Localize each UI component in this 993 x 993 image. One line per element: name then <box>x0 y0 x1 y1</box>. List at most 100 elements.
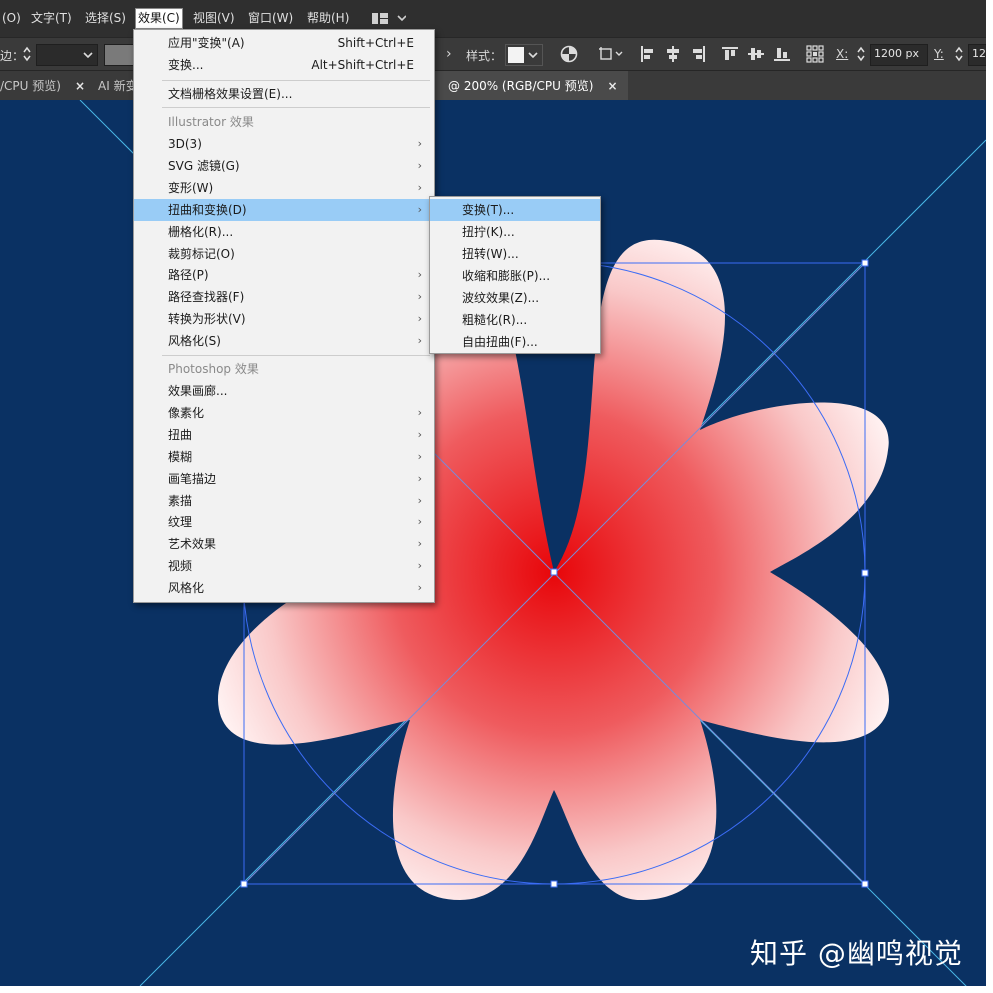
effect-menu-item[interactable]: 素描 › <box>134 490 434 512</box>
resize-handle[interactable] <box>550 880 558 888</box>
center-point[interactable] <box>550 568 558 576</box>
menu-item-label: 扭拧(K)... <box>462 225 515 239</box>
effect-menu-item[interactable]: 3D(3) › <box>134 133 434 155</box>
menu-item-shortcut: Shift+Ctrl+E <box>337 36 414 50</box>
effect-menu-item[interactable]: 扭曲 › <box>134 424 434 446</box>
effect-menu-item[interactable]: 路径(P) › <box>134 264 434 286</box>
stroke-weight-field[interactable] <box>36 44 98 66</box>
distort-menu-item[interactable]: 变换(T)... <box>430 199 600 221</box>
reference-point-icon[interactable] <box>806 45 824 66</box>
stroke-stepper-icon[interactable] <box>22 46 32 65</box>
workspace-switcher-icon[interactable] <box>372 13 407 28</box>
effect-menu: 应用"变换"(A) Shift+Ctrl+E 变换... Alt+Shift+Ctrl… <box>133 29 435 603</box>
submenu-arrow-icon: › <box>417 472 422 485</box>
submenu-arrow-icon: › <box>417 537 422 550</box>
tab-document-active[interactable]: @ 200% (RGB/CPU 预览) × <box>434 71 628 101</box>
align-left-icon[interactable] <box>640 46 654 65</box>
effect-menu-item[interactable]: 转换为形状(V) › <box>134 308 434 330</box>
x-label: X: <box>836 47 849 61</box>
distort-menu-item[interactable]: 扭转(W)... <box>430 243 600 265</box>
effect-menu-item[interactable]: 视频 › <box>134 555 434 577</box>
recolor-artwork-icon[interactable] <box>560 45 578 66</box>
effect-menu-item[interactable]: 文档栅格效果设置(E)... <box>134 83 434 105</box>
distort-menu-item[interactable]: 扭拧(K)... <box>430 221 600 243</box>
distort-menu-item[interactable]: 自由扭曲(F)... <box>430 331 600 353</box>
graphic-style-picker[interactable] <box>505 44 543 66</box>
menu-item-label: 转换为形状(V) <box>168 312 246 326</box>
menu-type[interactable]: 文字(T) <box>29 9 74 28</box>
menu-item-label: 扭转(W)... <box>462 247 519 261</box>
effect-menu-item[interactable]: SVG 滤镜(G) › <box>134 155 434 177</box>
chevron-right-icon[interactable]: › <box>446 46 452 62</box>
x-stepper-icon[interactable] <box>856 46 866 65</box>
align-right-icon[interactable] <box>692 46 706 65</box>
menu-item-label: 风格化 <box>168 581 205 595</box>
menu-item-label: 扭曲 <box>168 428 193 442</box>
submenu-arrow-icon: › <box>417 181 422 194</box>
effect-menu-item[interactable]: 风格化 › <box>134 577 434 599</box>
distort-transform-submenu: 变换(T)... 扭拧(K)... 扭转(W)... 收缩和膨胀(P)... 波纹效果(… <box>429 196 601 354</box>
submenu-arrow-icon: › <box>417 268 422 281</box>
effect-menu-item[interactable]: 像素化 › <box>134 402 434 424</box>
effect-menu-item[interactable]: 变形(W) › <box>134 177 434 199</box>
resize-handle[interactable] <box>861 569 869 577</box>
submenu-arrow-icon: › <box>417 515 422 528</box>
menu-item-label: 收缩和膨胀(P)... <box>462 269 551 283</box>
y-value: 12 <box>972 47 986 60</box>
menu-item-label: 应用"变换"(A) <box>168 36 245 50</box>
effect-menu-item[interactable]: 变换... Alt+Shift+Ctrl+E <box>134 54 434 76</box>
watermark: 知乎 @幽鸣视觉 <box>750 937 963 970</box>
align-to-icon[interactable] <box>598 46 624 65</box>
effect-menu-item[interactable]: 画笔描边 › <box>134 468 434 490</box>
variable-width-profile[interactable] <box>104 44 134 66</box>
effect-menu-item[interactable]: 风格化(S) › <box>134 330 434 352</box>
menu-window[interactable]: 窗口(W) <box>246 9 295 28</box>
effect-menu-item[interactable]: 效果画廊... <box>134 380 434 402</box>
menu-item-label: 视频 <box>168 559 193 573</box>
distort-menu-item[interactable]: 波纹效果(Z)... <box>430 287 600 309</box>
submenu-arrow-icon: › <box>417 559 422 572</box>
effect-menu-item[interactable]: 艺术效果 › <box>134 533 434 555</box>
menu-section-header: Photoshop 效果 <box>134 358 434 380</box>
tab-close-icon[interactable]: × <box>75 79 85 93</box>
style-label: 样式： <box>466 49 503 63</box>
tab-label: @ 200% (RGB/CPU 预览) <box>448 79 594 93</box>
effect-menu-item[interactable]: 模糊 › <box>134 446 434 468</box>
distort-menu-item[interactable]: 粗糙化(R)... <box>430 309 600 331</box>
menu-item-label: 文档栅格效果设置(E)... <box>168 87 293 101</box>
menu-view[interactable]: 视图(V) <box>191 9 237 28</box>
menu-item-label: 波纹效果(Z)... <box>462 291 540 305</box>
effect-menu-item[interactable]: 裁剪标记(O) <box>134 243 434 265</box>
effect-menu-item[interactable]: 扭曲和变换(D) › <box>134 199 434 221</box>
tab-document-1[interactable]: /CPU 预览) × <box>0 71 90 101</box>
align-center-icon[interactable] <box>666 46 680 65</box>
resize-handle[interactable] <box>240 880 248 888</box>
menu-item-label: SVG 滤镜(G) <box>168 159 240 173</box>
y-stepper-icon[interactable] <box>954 46 964 65</box>
x-input[interactable]: 1200 px <box>870 44 928 66</box>
effect-menu-item[interactable]: 纹理 › <box>134 511 434 533</box>
effect-menu-item[interactable]: 栅格化(R)... <box>134 221 434 243</box>
distort-menu-item[interactable]: 收缩和膨胀(P)... <box>430 265 600 287</box>
menu-effect[interactable]: 效果(C) <box>135 8 183 29</box>
menu-object[interactable]: (O) <box>0 9 23 28</box>
menu-item-label: 纹理 <box>168 515 193 529</box>
effect-menu-item[interactable]: 路径查找器(F) › <box>134 286 434 308</box>
tab-close-icon[interactable]: × <box>607 79 617 93</box>
submenu-arrow-icon: › <box>417 159 422 172</box>
menu-help[interactable]: 帮助(H) <box>305 9 351 28</box>
menu-separator <box>162 355 430 356</box>
align-bottom-icon[interactable] <box>774 46 790 65</box>
menu-item-label: 艺术效果 <box>168 537 217 551</box>
menu-item-label: 变形(W) <box>168 181 214 195</box>
menu-select[interactable]: 选择(S) <box>83 9 128 28</box>
y-input[interactable]: 12 <box>968 44 986 66</box>
effect-menu-item[interactable]: 应用"变换"(A) Shift+Ctrl+E <box>134 32 434 54</box>
resize-handle[interactable] <box>861 880 869 888</box>
align-top-icon[interactable] <box>722 46 738 65</box>
resize-handle[interactable] <box>861 259 869 267</box>
align-middle-icon[interactable] <box>748 46 764 65</box>
tab-label: /CPU 预览) <box>0 79 61 93</box>
submenu-arrow-icon: › <box>417 450 422 463</box>
menu-separator <box>162 80 430 81</box>
